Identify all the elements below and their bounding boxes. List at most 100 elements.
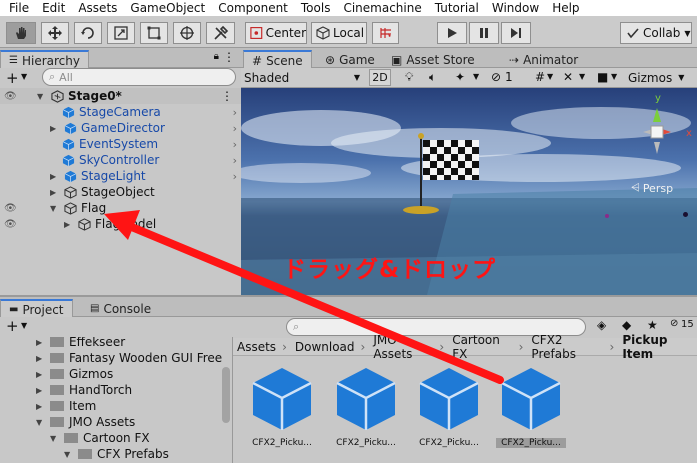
tab-scene[interactable]: # Scene xyxy=(243,50,312,69)
create-chevron-icon[interactable]: ▼ xyxy=(21,72,27,81)
tree-scrollbar-thumb[interactable] xyxy=(222,367,230,423)
camera-icon[interactable]: ■ xyxy=(597,70,608,84)
breadcrumb-item[interactable]: Assets xyxy=(233,340,278,354)
audio-speaker-icon[interactable]: 🔈︎ xyxy=(429,70,436,85)
menu-tutorial[interactable]: Tutorial xyxy=(427,0,484,16)
lighting-bulb-icon[interactable]: 💡︎ xyxy=(405,70,413,85)
pause-button[interactable] xyxy=(469,22,499,44)
folder-tree-item[interactable]: ▼ CFX Prefabs xyxy=(0,446,169,462)
gizmos-dropdown[interactable]: Gizmos ▼ xyxy=(628,69,697,86)
transform-tool-button[interactable] xyxy=(173,22,201,44)
filter-label-icon[interactable]: ◆ xyxy=(622,318,631,332)
chevron-right-icon[interactable]: › xyxy=(233,170,237,183)
folder-tree-item[interactable]: ▶ Gizmos xyxy=(0,366,113,382)
hierarchy-item-stagelight[interactable]: ▶ StageLight › xyxy=(0,168,241,184)
flag-object[interactable] xyxy=(399,132,481,216)
scale-tool-button[interactable] xyxy=(107,22,135,44)
hierarchy-item-flag[interactable]: 👁︎ ▼ Flag xyxy=(0,200,241,216)
visibility-eye-icon[interactable]: 👁︎ xyxy=(4,219,17,230)
scene-row[interactable]: 👁︎ ▼ Stage0* ⋮ xyxy=(0,88,241,104)
foldout-down-icon[interactable]: ▼ xyxy=(36,418,46,427)
create-chevron-icon[interactable]: ▼ xyxy=(21,321,27,330)
menu-tools[interactable]: Tools xyxy=(293,0,336,16)
menu-file[interactable]: File xyxy=(0,0,34,16)
foldout-right-icon[interactable]: ▶ xyxy=(50,124,60,133)
snap-toggle-button[interactable] xyxy=(372,22,399,44)
scene-menu-icon[interactable]: ⋮ xyxy=(221,89,233,103)
move-tool-button[interactable] xyxy=(41,22,69,44)
menu-window[interactable]: Window xyxy=(484,0,544,16)
hierarchy-item-skycontroller[interactable]: SkyController › xyxy=(0,152,241,168)
hierarchy-item-flagmodel[interactable]: 👁︎ ▶ FlagModel xyxy=(0,216,241,232)
tab-animator[interactable]: ⇢ Animator xyxy=(501,50,586,69)
pivot-space-toggle[interactable]: Local xyxy=(311,22,367,44)
play-button[interactable] xyxy=(437,22,467,44)
grid-icon[interactable]: # xyxy=(535,70,545,84)
favorite-star-icon[interactable]: ★ xyxy=(647,318,658,332)
tab-game[interactable]: ⊛ Game xyxy=(317,50,383,69)
foldout-right-icon[interactable]: ▶ xyxy=(36,386,46,395)
tab-console[interactable]: ▤ Console xyxy=(82,299,159,318)
collab-dropdown[interactable]: Collab ▼ xyxy=(620,22,692,44)
perspective-toggle[interactable]: ⩤ Persp xyxy=(631,181,673,195)
hand-tool-button[interactable] xyxy=(6,22,36,44)
foldout-down-icon[interactable]: ▼ xyxy=(64,450,74,459)
folder-tree-item[interactable]: ▶ Item xyxy=(0,398,96,414)
panel-menu-icon[interactable]: ⋮ xyxy=(223,50,235,64)
chevron-right-icon[interactable]: › xyxy=(233,154,237,167)
hierarchy-item-gamedirector[interactable]: ▶ GameDirector › xyxy=(0,120,241,136)
asset-item-selected[interactable]: CFX2_Picku... xyxy=(496,366,580,463)
custom-tool-button[interactable] xyxy=(206,22,235,44)
shading-mode-dropdown[interactable]: Shaded ▼ xyxy=(244,69,364,86)
folder-tree-item[interactable]: ▼ Cartoon FX xyxy=(0,430,150,446)
hierarchy-search-input[interactable]: ⌕ All xyxy=(42,68,236,86)
menu-help[interactable]: Help xyxy=(544,0,584,16)
foldout-down-icon[interactable]: ▼ xyxy=(50,204,60,213)
foldout-right-icon[interactable]: ▶ xyxy=(36,354,46,363)
foldout-right-icon[interactable]: ▶ xyxy=(36,370,46,379)
asset-item[interactable]: CFX2_Picku... xyxy=(251,366,331,463)
hierarchy-item-eventsystem[interactable]: EventSystem › xyxy=(0,136,241,152)
foldout-right-icon[interactable]: ▶ xyxy=(50,172,60,181)
lock-icon[interactable]: 🔒︎ xyxy=(214,51,219,62)
chevron-right-icon[interactable]: › xyxy=(233,138,237,151)
hidden-packages-icon[interactable]: ⊘ xyxy=(670,318,678,329)
create-plus-icon[interactable]: + xyxy=(6,71,19,86)
folder-tree-item[interactable]: ▶ HandTorch xyxy=(0,382,132,398)
step-button[interactable] xyxy=(501,22,531,44)
menu-component[interactable]: Component xyxy=(210,0,293,16)
chevron-right-icon[interactable]: › xyxy=(233,122,237,135)
rect-tool-button[interactable] xyxy=(140,22,168,44)
breadcrumb-item[interactable]: Cartoon FX xyxy=(448,333,514,361)
tab-project[interactable]: ▬ Project xyxy=(0,299,73,318)
chevron-right-icon[interactable]: › xyxy=(233,106,237,119)
foldout-right-icon[interactable]: ▶ xyxy=(50,188,60,197)
effects-chevron-icon[interactable]: ▼ xyxy=(473,72,479,81)
pivot-center-toggle[interactable]: Center xyxy=(245,22,307,44)
asset-item[interactable]: CFX2_Picku... xyxy=(335,366,415,463)
visibility-eye-icon[interactable]: 👁︎ xyxy=(4,203,17,214)
hierarchy-item-stagecamera[interactable]: StageCamera › xyxy=(0,104,241,120)
2d-toggle[interactable]: 2D xyxy=(369,69,391,86)
breadcrumb-item[interactable]: JMO Assets xyxy=(369,333,435,361)
breadcrumb-item[interactable]: CFX2 Prefabs xyxy=(527,333,605,361)
camera-chevron-icon[interactable]: ▼ xyxy=(611,72,617,81)
foldout-right-icon[interactable]: ▶ xyxy=(36,402,46,411)
orientation-gizmo[interactable] xyxy=(621,94,691,164)
hidden-objects-icon[interactable]: ⊘ xyxy=(491,70,501,84)
menu-assets[interactable]: Assets xyxy=(70,0,122,16)
asset-item[interactable]: CFX2_Picku... xyxy=(418,366,498,463)
menu-edit[interactable]: Edit xyxy=(34,0,70,16)
scene-foldout-icon[interactable]: ▼ xyxy=(37,92,47,101)
foldout-right-icon[interactable]: ▶ xyxy=(36,338,46,347)
effects-icon[interactable]: ✦ xyxy=(455,70,465,84)
filter-type-icon[interactable]: ◈ xyxy=(597,318,606,332)
folder-tree-item[interactable]: ▼ JMO Assets xyxy=(0,414,135,430)
create-plus-icon[interactable]: + xyxy=(6,319,19,334)
breadcrumb-item[interactable]: Download xyxy=(291,340,357,354)
menu-gameobject[interactable]: GameObject xyxy=(122,0,210,16)
tab-hierarchy[interactable]: ☰ Hierarchy xyxy=(0,50,89,69)
tools-chevron-icon[interactable]: ▼ xyxy=(579,72,585,81)
folder-tree-item[interactable]: ▶ Effekseer xyxy=(0,337,125,350)
grid-chevron-icon[interactable]: ▼ xyxy=(547,72,553,81)
